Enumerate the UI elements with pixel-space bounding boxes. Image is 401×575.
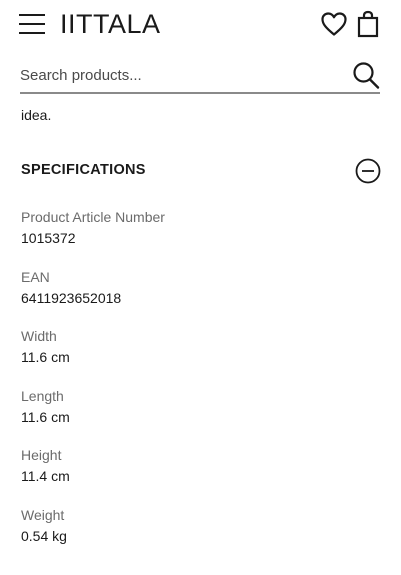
search-input[interactable] [20,60,340,90]
spec-value: 11.6 cm [21,349,70,366]
spec-label: Length [21,387,64,404]
description-text: idea. [21,107,52,123]
hamburger-line [19,14,45,17]
spec-item-ean: EAN 6411923652018 [21,267,381,327]
minus-circle-icon [355,158,381,184]
spec-value: 11.4 cm [21,468,70,485]
spec-label: Width [21,328,57,345]
spec-label: Weight [21,506,65,523]
shopping-bag-icon [357,10,379,38]
spec-label: EAN [21,268,50,285]
hamburger-line [19,32,45,35]
spec-item-length: Length 11.6 cm [21,386,381,446]
specifications-list: Product Article Number 1015372 EAN 64119… [21,207,381,565]
shopping-bag-button[interactable] [356,10,380,38]
hamburger-line [19,23,45,26]
spec-label: Product Article Number [21,209,165,225]
spec-value: 6411923652018 [21,289,122,306]
spec-value: 11.6 cm [21,408,70,425]
specifications-accordion-header[interactable]: SPECIFICATIONS [21,155,381,187]
product-page: IITTALA idea. SPECIFICATIONS [0,0,401,575]
iittala-logo[interactable]: IITTALA [60,9,161,39]
spec-value: 0.54 kg [21,527,67,544]
search-button[interactable] [352,60,380,90]
spec-item-article-number: Product Article Number 1015372 [21,207,381,267]
heart-icon [321,12,347,36]
site-header: IITTALA [0,0,401,52]
search-bar [20,58,380,94]
menu-button[interactable] [19,12,47,36]
spec-value: 1015372 [21,230,76,246]
specifications-title: SPECIFICATIONS [21,162,146,178]
spec-item-weight: Weight 0.54 kg [21,505,381,565]
spec-item-width: Width 11.6 cm [21,326,381,386]
spec-label: Height [21,447,62,464]
spec-item-height: Height 11.4 cm [21,445,381,505]
wishlist-button[interactable] [320,11,348,37]
search-icon [353,62,380,89]
